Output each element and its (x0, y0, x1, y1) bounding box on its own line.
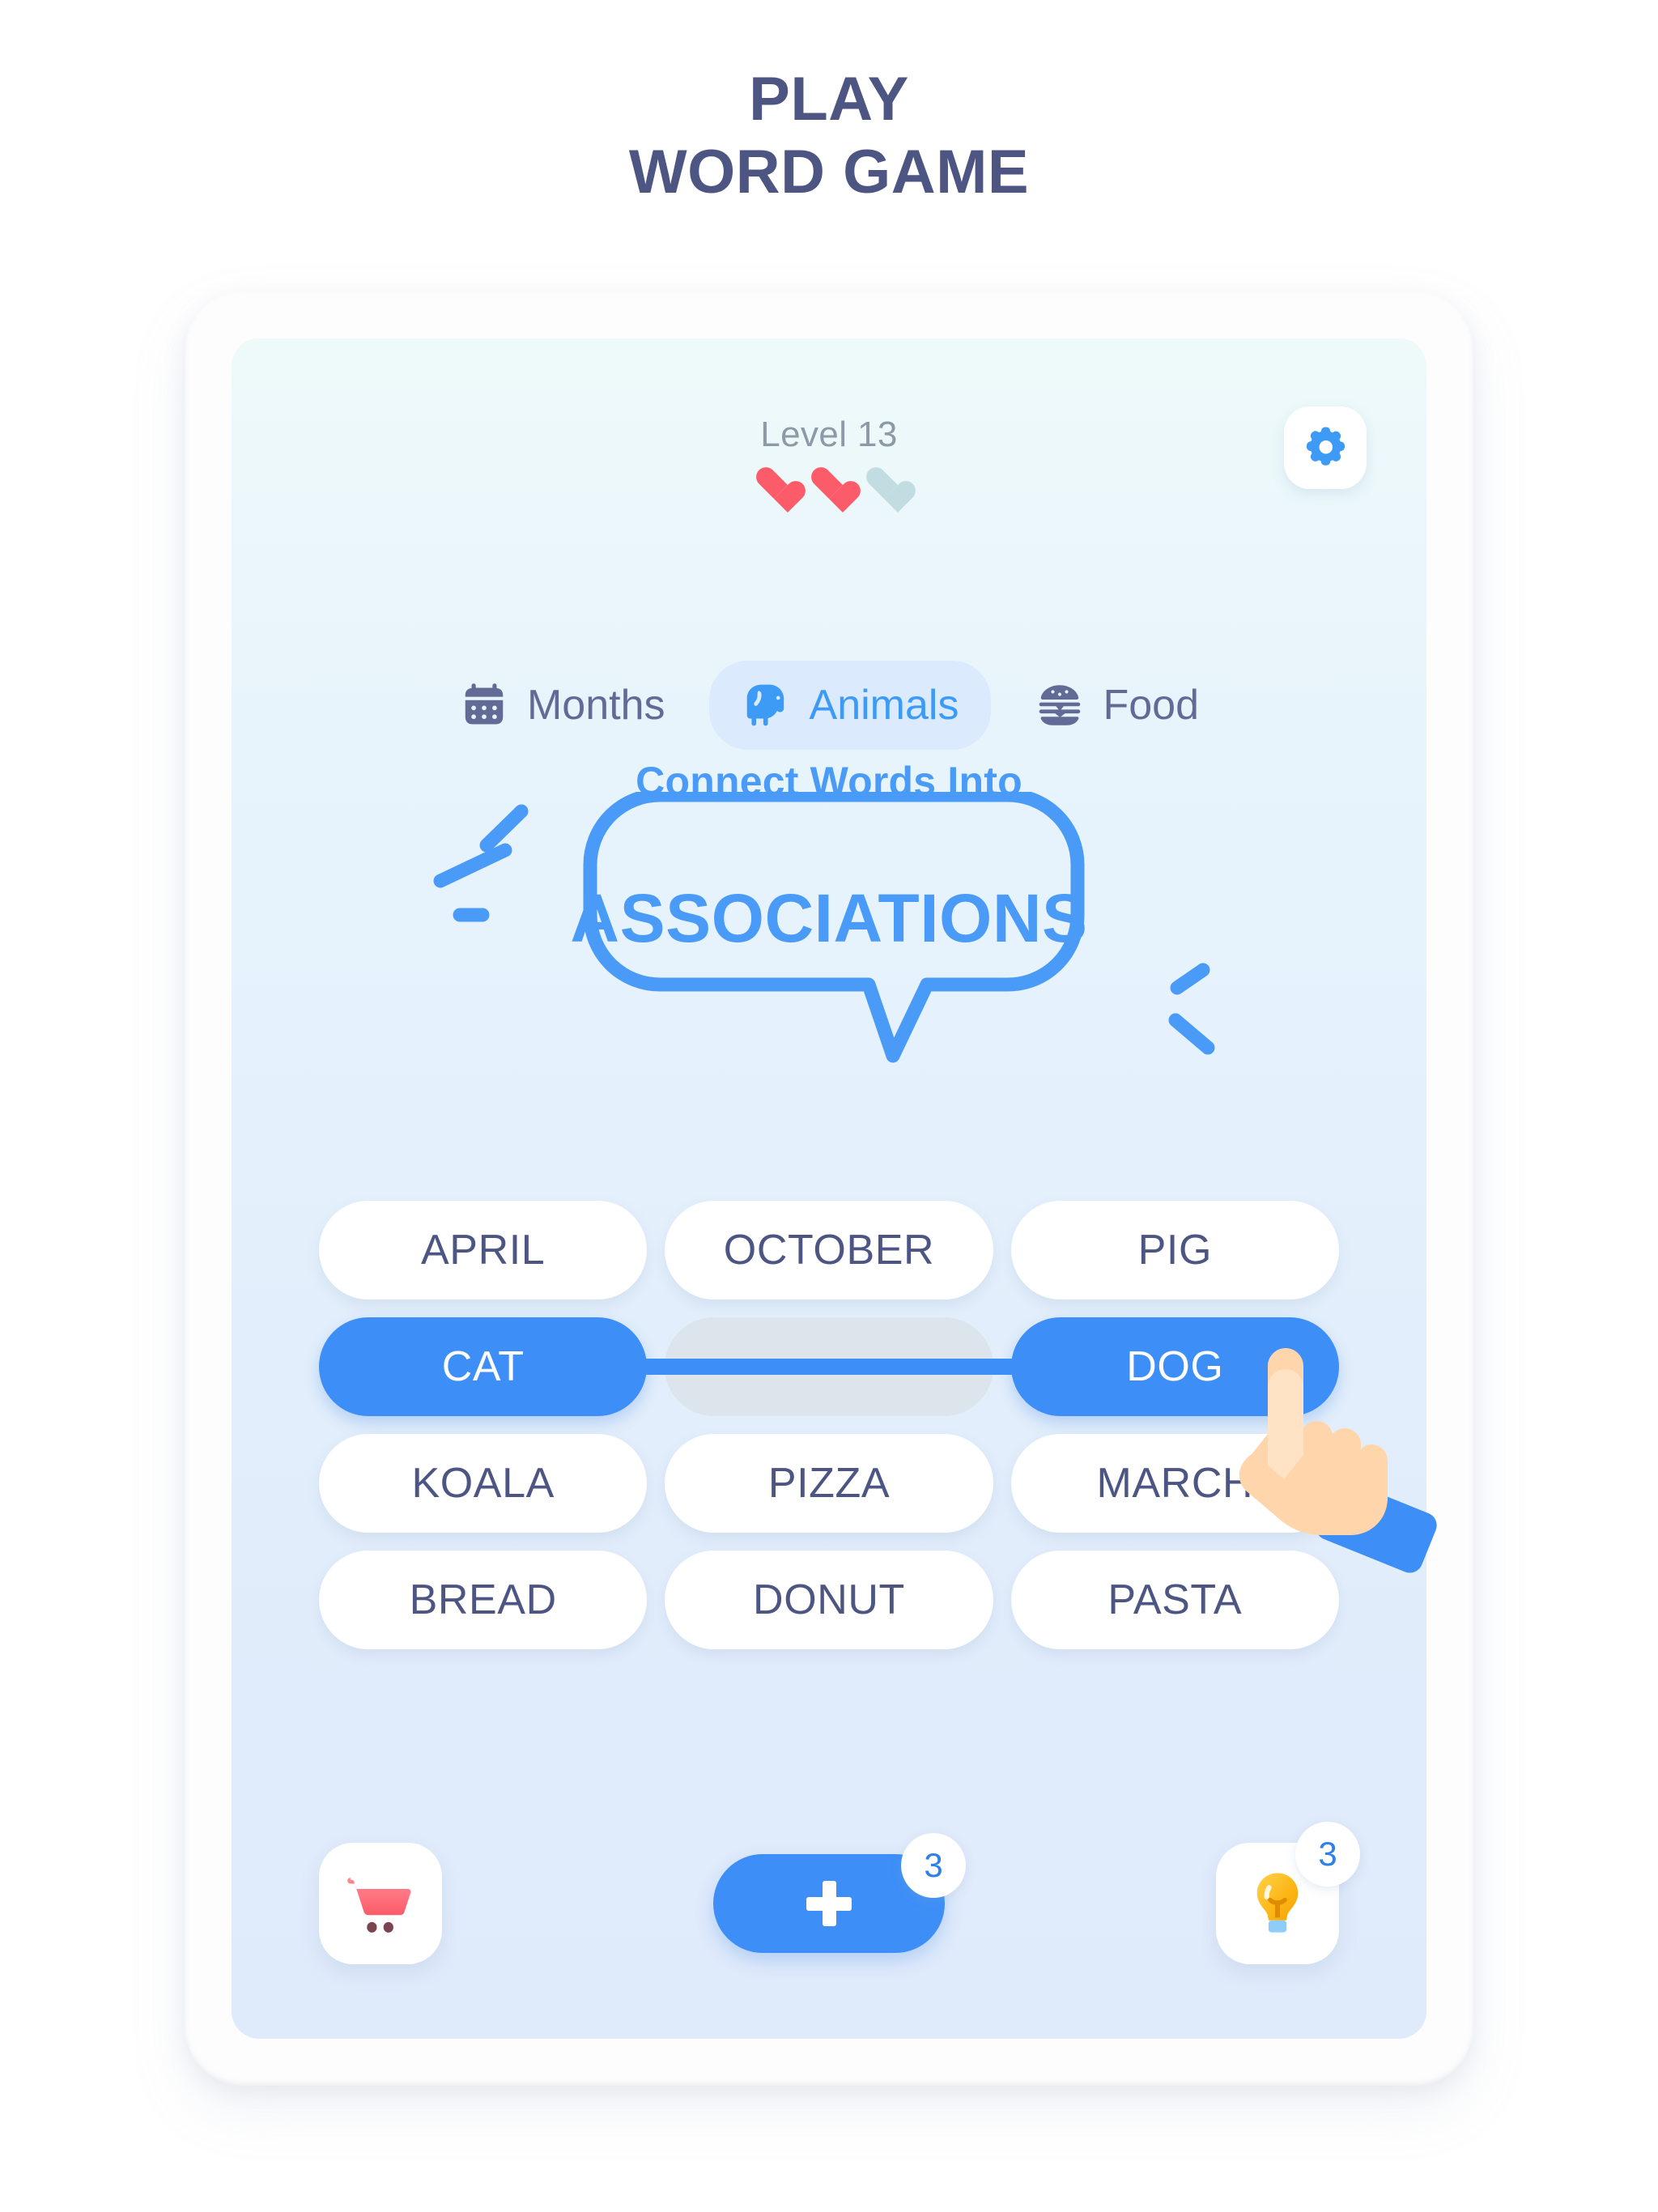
plus-icon (806, 1881, 852, 1926)
word-row-3: KOALA PIZZA MARCH (319, 1434, 1339, 1533)
word-row-1: APRIL OCTOBER PIG (319, 1201, 1339, 1300)
association-bubble: ASSOCIATIONS (232, 792, 1426, 1075)
page-title-line1: PLAY (749, 65, 909, 134)
word-row-4: BREAD DONUT PASTA (319, 1551, 1339, 1649)
tab-animals[interactable]: Animals (708, 661, 992, 750)
elephant-icon (746, 684, 784, 726)
tablet-frame: Level 13 Months Animals Food Connect Wor… (185, 291, 1473, 2086)
tab-food-label: Food (1103, 682, 1199, 729)
settings-button[interactable] (1284, 406, 1367, 489)
word-tile-pizza[interactable]: PIZZA (665, 1434, 993, 1533)
word-tile-pasta[interactable]: PASTA (1010, 1551, 1339, 1649)
gear-icon (1306, 427, 1345, 466)
word-grid: APRIL OCTOBER PIG CAT DOG KOALA PIZZA MA… (319, 1201, 1339, 1649)
word-tile-bread[interactable]: BREAD (319, 1551, 648, 1649)
page-title: PLAY WORD GAME (0, 63, 1658, 208)
tab-months[interactable]: Months (427, 661, 698, 750)
heart-icon-empty-1 (865, 468, 903, 504)
lightbulb-icon (1256, 1873, 1299, 1933)
tab-food[interactable]: Food (1002, 661, 1231, 750)
add-move-badge: 3 (901, 1833, 966, 1898)
category-tabs: Months Animals Food (232, 661, 1426, 750)
page-root: PLAY WORD GAME Level 13 Months Animals F… (0, 0, 1658, 2212)
page-title-line2: WORD GAME (628, 137, 1030, 206)
level-label: Level 13 (760, 415, 898, 454)
bottom-toolbar: 3 3 (319, 1822, 1360, 1964)
word-tile-pig[interactable]: PIG (1010, 1201, 1339, 1300)
word-tile-koala[interactable]: KOALA (319, 1434, 648, 1533)
tab-animals-label: Animals (809, 682, 959, 729)
heart-icon-full-1 (755, 468, 793, 504)
hint-container: 3 (1216, 1822, 1360, 1964)
hint-badge: 3 (1295, 1822, 1360, 1887)
add-move-container: 3 (713, 1833, 966, 1953)
shopping-cart-icon (347, 1878, 411, 1933)
game-screen: Level 13 Months Animals Food Connect Wor… (232, 338, 1426, 2039)
tab-months-label: Months (526, 682, 665, 729)
lives-hearts (232, 468, 1426, 504)
connection-line (562, 1359, 1096, 1375)
word-tile-march[interactable]: MARCH (1010, 1434, 1339, 1533)
word-tile-april[interactable]: APRIL (319, 1201, 648, 1300)
heart-icon-full-2 (810, 468, 848, 504)
burger-icon (1039, 685, 1081, 725)
word-tile-october[interactable]: OCTOBER (665, 1201, 993, 1300)
calendar-icon (465, 683, 504, 725)
level-indicator: Level 13 (232, 415, 1426, 504)
word-tile-donut[interactable]: DONUT (665, 1551, 993, 1649)
word-row-2: CAT DOG (319, 1317, 1339, 1416)
association-title: ASSOCIATIONS (570, 880, 1088, 956)
shop-button[interactable] (319, 1843, 442, 1964)
